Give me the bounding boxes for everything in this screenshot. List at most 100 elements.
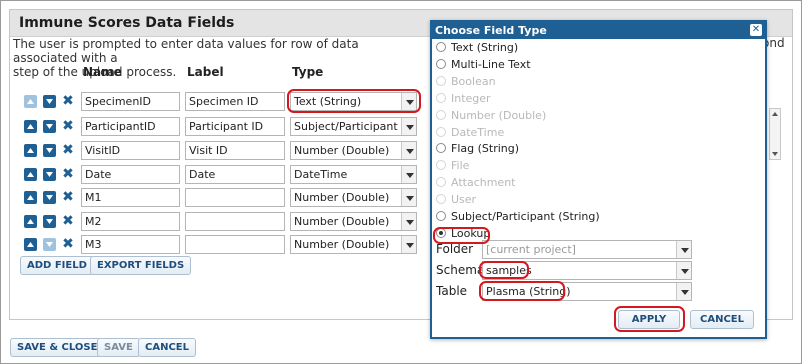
move-down-icon[interactable] xyxy=(43,120,56,133)
field-label-input[interactable]: Participant ID xyxy=(185,117,285,136)
save-button[interactable]: SAVE xyxy=(97,338,140,357)
move-up-icon[interactable] xyxy=(24,238,37,251)
field-row: ✖ ParticipantID Participant ID Subject/Part… xyxy=(24,117,424,136)
field-row: ✖ M3 Number (Double) xyxy=(24,235,424,254)
field-type-option: Attachment xyxy=(436,176,516,193)
export-fields-button[interactable]: EXPORT FIELDS xyxy=(90,256,192,275)
move-down-icon[interactable] xyxy=(43,238,56,251)
chevron-down-icon xyxy=(401,118,416,135)
dialog-title: Choose Field Type xyxy=(435,24,547,37)
field-row: ✖ M2 Number (Double) xyxy=(24,212,424,231)
move-up-icon[interactable] xyxy=(24,120,37,133)
field-type-select[interactable]: Number (Double) xyxy=(290,188,417,207)
field-label-input[interactable]: Date xyxy=(185,165,285,184)
radio-icon xyxy=(436,126,446,137)
chevron-down-icon xyxy=(401,93,416,110)
delete-field-icon[interactable]: ✖ xyxy=(62,190,74,204)
apply-button[interactable]: APPLY xyxy=(618,310,680,329)
move-down-icon[interactable] xyxy=(43,168,56,181)
field-type-select[interactable]: DateTime xyxy=(290,165,417,184)
field-name-input[interactable]: M2 xyxy=(81,212,180,231)
close-icon[interactable]: ✕ xyxy=(750,24,762,36)
delete-field-icon[interactable]: ✖ xyxy=(62,119,74,133)
field-row: ✖ M1 Number (Double) xyxy=(24,188,424,207)
move-up-icon[interactable] xyxy=(24,215,37,228)
scroll-up-icon[interactable] xyxy=(772,112,778,116)
field-label-input[interactable] xyxy=(185,188,285,207)
save-close-button[interactable]: SAVE & CLOSE xyxy=(10,338,105,357)
radio-icon xyxy=(436,109,446,120)
field-name-input[interactable]: Date xyxy=(81,165,180,184)
delete-field-icon[interactable]: ✖ xyxy=(62,167,74,181)
field-type-option: File xyxy=(436,159,469,176)
field-type-option[interactable]: Text (String) xyxy=(436,41,518,58)
chevron-down-icon xyxy=(401,189,416,206)
move-down-icon[interactable] xyxy=(43,144,56,157)
field-type-option: DateTime xyxy=(436,126,504,143)
radio-icon xyxy=(436,75,446,86)
field-label-input[interactable]: Specimen ID xyxy=(185,92,285,111)
move-up-icon[interactable] xyxy=(24,95,37,108)
dialog-title-bar: Choose Field Type ✕ xyxy=(432,22,765,39)
field-row: ✖ VisitID Visit ID Number (Double) xyxy=(24,141,424,160)
table-select[interactable]: Plasma (String) xyxy=(482,282,692,301)
move-up-icon[interactable] xyxy=(24,144,37,157)
field-type-option: Number (Double) xyxy=(436,109,546,126)
field-type-option: Boolean xyxy=(436,75,496,92)
move-up-icon[interactable] xyxy=(24,168,37,181)
move-up-icon[interactable] xyxy=(24,191,37,204)
dialog-cancel-button[interactable]: CANCEL xyxy=(690,310,754,329)
field-type-select[interactable]: Text (String) xyxy=(290,92,417,111)
move-down-icon[interactable] xyxy=(43,191,56,204)
table-label: Table xyxy=(436,284,468,298)
move-down-icon[interactable] xyxy=(43,95,56,108)
folder-label: Folder xyxy=(436,242,474,256)
radio-icon xyxy=(436,194,446,205)
delete-field-icon[interactable]: ✖ xyxy=(62,143,74,157)
field-type-select[interactable]: Number (Double) xyxy=(290,141,417,160)
field-type-option[interactable]: Subject/Participant (String) xyxy=(436,210,600,227)
field-label-input[interactable] xyxy=(185,212,285,231)
field-name-input[interactable]: M3 xyxy=(81,235,180,254)
field-type-select[interactable]: Subject/Participant (Str xyxy=(290,117,417,136)
field-name-input[interactable]: SpecimenID xyxy=(81,92,180,111)
radio-icon xyxy=(436,92,446,103)
field-name-input[interactable]: VisitID xyxy=(81,141,180,160)
delete-field-icon[interactable]: ✖ xyxy=(62,94,74,108)
field-name-input[interactable]: ParticipantID xyxy=(81,117,180,136)
field-type-select[interactable]: Number (Double) xyxy=(290,212,417,231)
schema-label: Schema xyxy=(436,263,485,277)
field-name-input[interactable]: M1 xyxy=(81,188,180,207)
schema-select[interactable]: samples xyxy=(482,261,692,280)
chevron-down-icon xyxy=(676,283,691,300)
field-label-input[interactable]: Visit ID xyxy=(185,141,285,160)
field-type-option: Integer xyxy=(436,92,491,109)
radio-icon[interactable] xyxy=(436,227,446,238)
field-label-input[interactable] xyxy=(185,235,285,254)
move-down-icon[interactable] xyxy=(43,215,56,228)
radio-icon[interactable] xyxy=(436,42,446,52)
chevron-down-icon xyxy=(676,241,691,258)
folder-select[interactable]: [current project] xyxy=(482,240,692,259)
field-type-option: User xyxy=(436,193,476,210)
cancel-button[interactable]: CANCEL xyxy=(138,338,196,357)
column-header-name: Name xyxy=(83,65,122,79)
field-type-option[interactable]: Flag (String) xyxy=(436,142,519,159)
radio-icon[interactable] xyxy=(436,143,446,154)
delete-field-icon[interactable]: ✖ xyxy=(62,214,74,228)
radio-icon[interactable] xyxy=(436,211,446,221)
chevron-down-icon xyxy=(401,142,416,159)
field-type-option[interactable]: Multi-Line Text xyxy=(436,58,531,75)
add-field-button[interactable]: ADD FIELD xyxy=(20,256,94,275)
choose-field-type-dialog: Choose Field Type ✕ Text (String) Multi-L… xyxy=(430,20,767,339)
field-row: ✖ SpecimenID Specimen ID Text (String) xyxy=(24,92,424,111)
delete-field-icon[interactable]: ✖ xyxy=(62,237,74,251)
radio-icon xyxy=(436,160,446,171)
field-type-select[interactable]: Number (Double) xyxy=(290,235,417,254)
chevron-down-icon xyxy=(401,236,416,253)
scroll-down-icon[interactable] xyxy=(772,152,778,156)
scrollbar[interactable] xyxy=(769,108,781,160)
chevron-down-icon xyxy=(676,262,691,279)
radio-icon[interactable] xyxy=(436,58,446,69)
chevron-down-icon xyxy=(401,166,416,183)
